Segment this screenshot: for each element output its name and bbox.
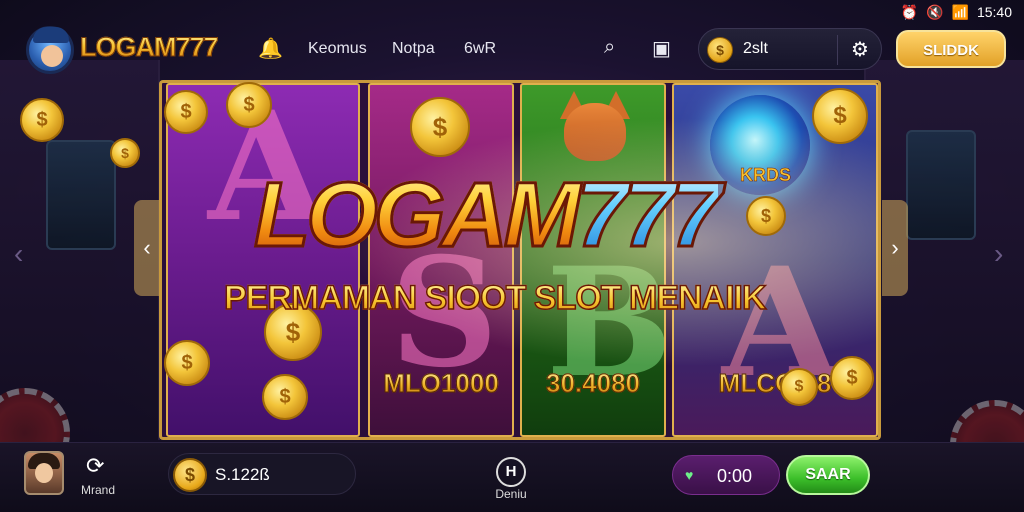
panel-value: MLO1000 <box>370 368 512 399</box>
coin-balance-pill[interactable]: $ 2slt ⚙ <box>698 28 882 70</box>
banner-subheadline: PERMAMAN SIOOT SLOT MENAIIK <box>223 278 767 318</box>
timer-pill[interactable]: ♥ 0:00 <box>672 455 780 495</box>
panel-value: 30.4080 <box>522 368 664 399</box>
coin-balance: 2slt <box>743 40 768 57</box>
gold-coin-icon: $ <box>812 88 868 144</box>
headline-accent: 777 <box>575 163 723 268</box>
banner-next-button[interactable]: › <box>882 200 908 296</box>
search-icon[interactable]: ⌕ <box>604 36 615 59</box>
bell-icon[interactable]: 🔔 <box>258 36 283 61</box>
player-avatar[interactable] <box>24 451 64 495</box>
footer-balance: S.122ß <box>215 465 270 484</box>
background-chevron-left-icon: ‹ <box>14 238 24 269</box>
top-bar: LOGAM777 🔔 Keomus Notpa 6wR ⌕ ▣ $ 2slt ⚙… <box>0 24 1024 76</box>
arcade-cabinet <box>46 140 116 250</box>
nav-item-1[interactable]: Keomus <box>308 40 367 58</box>
wallet-icon[interactable]: ▣ <box>652 36 671 61</box>
confirm-button[interactable]: SAAR <box>786 455 870 495</box>
corner-tag: KRDS <box>740 165 792 186</box>
fox-character <box>550 91 640 171</box>
arcade-cabinet <box>906 130 976 240</box>
heart-icon: ♥ <box>685 467 694 483</box>
home-label: Deniu <box>495 487 527 501</box>
timer-value: 0:00 <box>717 466 753 486</box>
gold-coin-icon: $ <box>746 196 786 236</box>
home-icon[interactable]: H <box>496 457 526 487</box>
gold-coin-icon: $ <box>20 98 64 142</box>
gold-coin-icon: $ <box>226 82 272 128</box>
coin-icon: $ <box>707 37 733 63</box>
wifi-icon: 📶 <box>951 3 969 20</box>
gold-coin-icon: $ <box>110 138 140 168</box>
nav-item-2[interactable]: Notpa <box>392 40 435 58</box>
refresh-icon[interactable]: ⟳ <box>86 453 104 479</box>
player-label: Mrand <box>80 483 115 497</box>
status-time: 15:40 <box>976 4 1012 20</box>
gold-coin-icon: $ <box>780 368 818 406</box>
gold-coin-icon: $ <box>410 97 470 157</box>
alarm-icon: ⏰ <box>900 3 919 20</box>
mute-icon: 🔇 <box>926 3 944 20</box>
bottom-bar: ⟳ Mrand $ S.122ß H Deniu ♥ 0:00 SAAR <box>0 442 1024 512</box>
banner-prev-button[interactable]: ‹ <box>134 200 160 296</box>
logo-mascot-icon[interactable] <box>26 26 74 74</box>
gold-coin-icon: $ <box>164 340 210 386</box>
divider <box>837 35 838 65</box>
action-button[interactable]: SLIDDK <box>896 30 1006 68</box>
background-chevron-right-icon: › <box>994 238 1004 269</box>
headline-main: LOGAM <box>252 163 581 268</box>
coin-icon: $ <box>173 458 207 492</box>
gear-icon[interactable]: ⚙ <box>845 35 875 65</box>
gold-coin-icon: $ <box>830 356 874 400</box>
logo-text[interactable]: LOGAM777 <box>80 32 220 63</box>
gold-coin-icon: $ <box>164 90 208 134</box>
balance-pill[interactable]: $ S.122ß <box>168 453 356 495</box>
gold-coin-icon: $ <box>262 374 308 420</box>
nav-item-3[interactable]: 6wR <box>464 40 496 58</box>
status-bar: ⏰ 🔇 📶 15:40 <box>901 3 1012 21</box>
banner-headline: LOGAM777 <box>252 163 723 268</box>
